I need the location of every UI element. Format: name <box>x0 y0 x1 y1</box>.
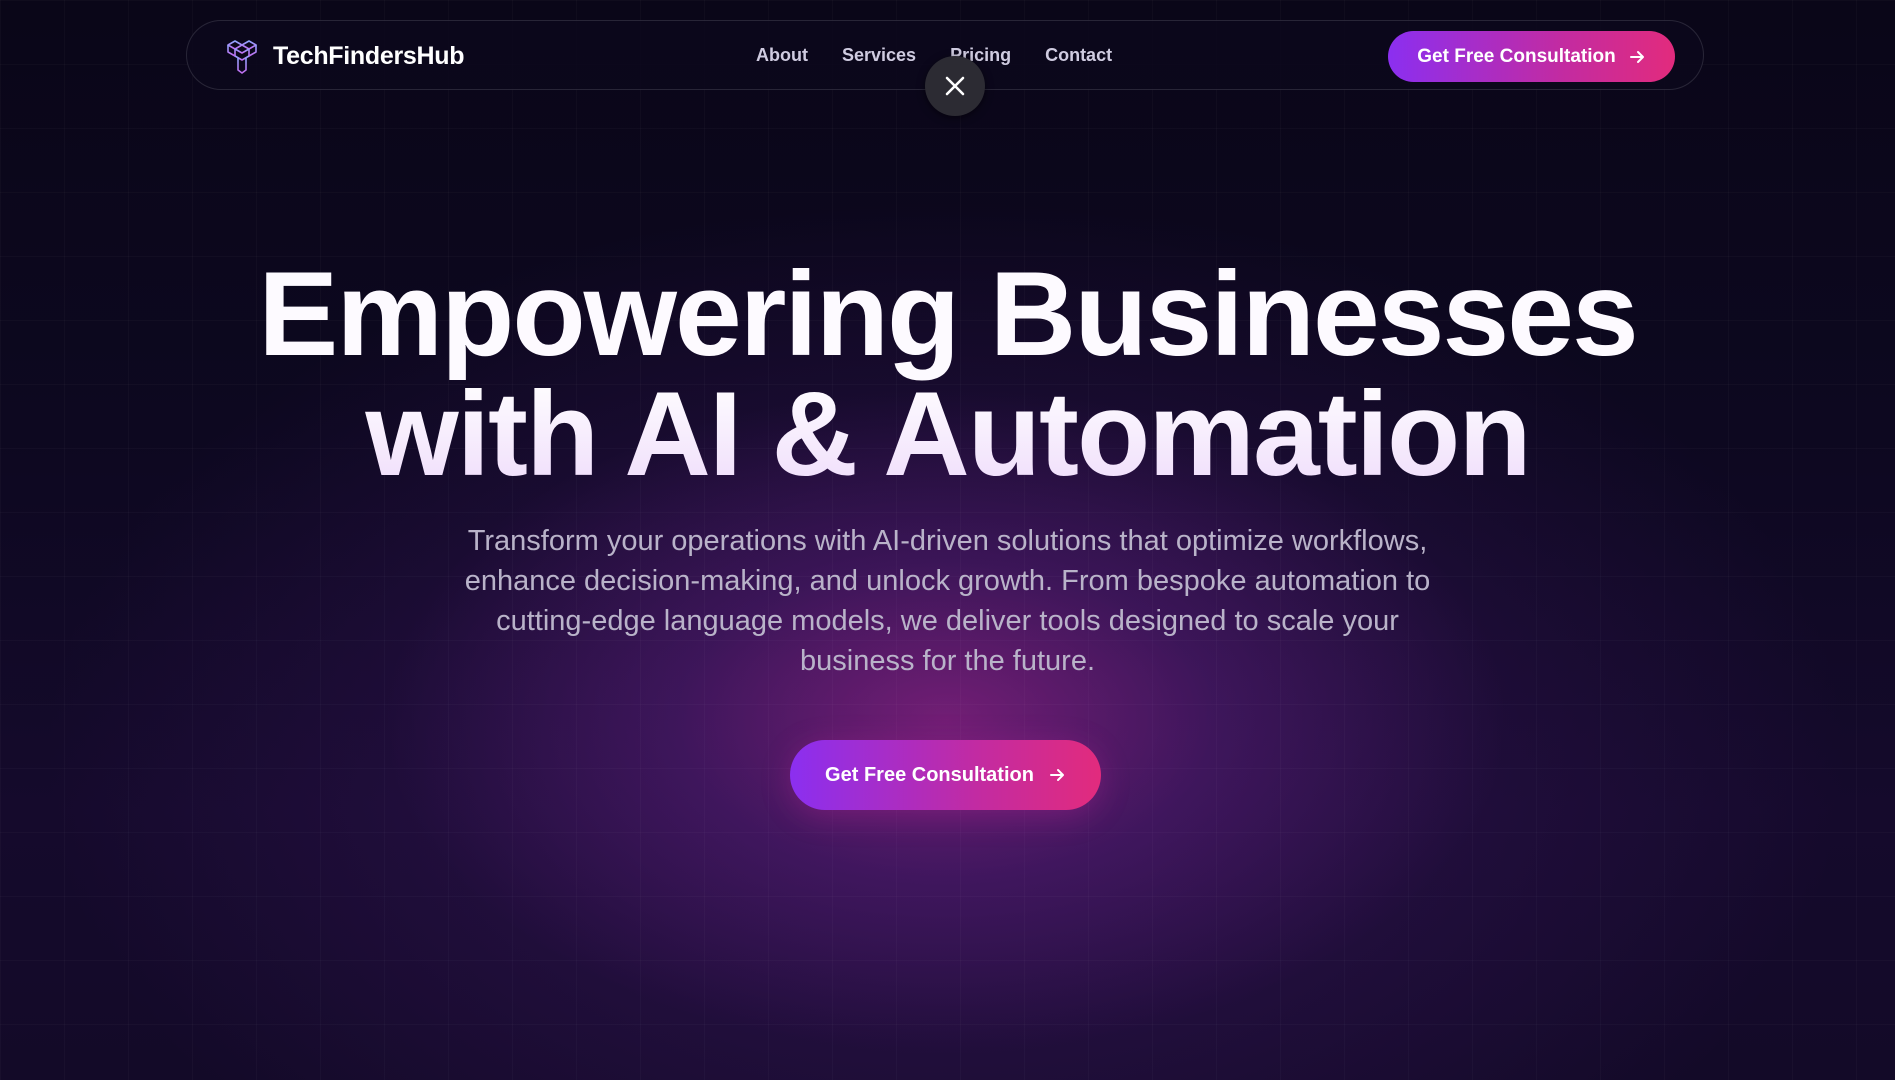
close-button[interactable] <box>925 56 985 116</box>
brand-logo-link[interactable]: TechFindersHub <box>225 37 464 75</box>
hero-title: Empowering Businesses with AI & Automati… <box>0 254 1895 494</box>
hero-title-line2: with AI & Automation <box>0 374 1895 494</box>
hero-title-line1: Empowering Businesses <box>258 247 1638 381</box>
nav-link-services[interactable]: Services <box>842 45 916 66</box>
close-icon <box>945 76 965 96</box>
page: TechFindersHub About Services Pricing Co… <box>0 0 1895 1080</box>
nav-consultation-button[interactable]: Get Free Consultation <box>1388 31 1675 82</box>
brand-name: TechFindersHub <box>273 41 465 70</box>
nav-link-contact[interactable]: Contact <box>1045 45 1112 66</box>
nav-link-about[interactable]: About <box>756 45 808 66</box>
hero-subtitle: Transform your operations with AI-driven… <box>464 525 1431 677</box>
hero-consultation-label: Get Free Consultation <box>825 763 1034 786</box>
hero-consultation-button[interactable]: Get Free Consultation <box>790 740 1101 810</box>
cube-stack-logo-icon <box>227 40 257 74</box>
nav-consultation-label: Get Free Consultation <box>1417 45 1616 67</box>
arrow-right-icon <box>1049 769 1064 781</box>
arrow-right-icon <box>1629 50 1644 63</box>
